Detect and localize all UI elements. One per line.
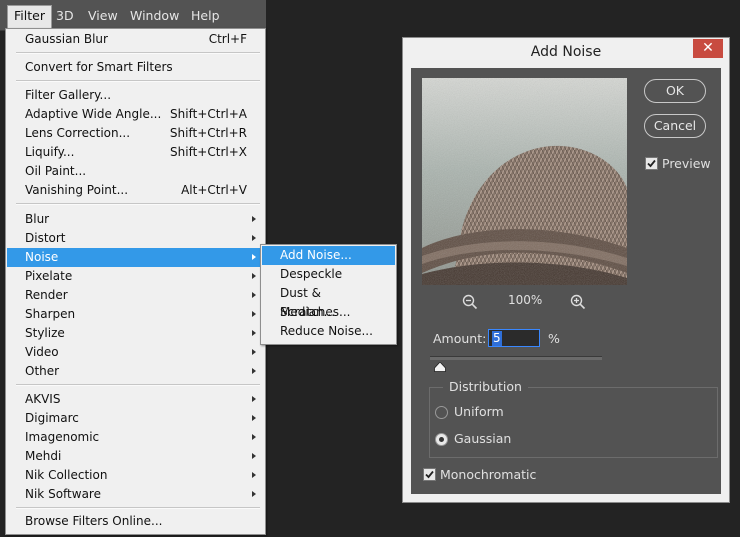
menu-item-gaussian-blur[interactable]: Gaussian Blur Ctrl+F (7, 30, 264, 49)
submenu-arrow-icon (252, 273, 256, 279)
amount-unit: % (548, 331, 560, 346)
checkmark-icon (425, 470, 434, 479)
gaussian-label: Gaussian (454, 431, 512, 446)
menu-item-pixelate[interactable]: Pixelate (7, 267, 264, 286)
menu-item-digimarc[interactable]: Digimarc (7, 409, 264, 428)
submenu-item-add-noise[interactable]: Add Noise... (262, 246, 395, 265)
amount-slider-track[interactable] (430, 356, 602, 360)
preview-label: Preview (662, 156, 711, 171)
menu-filter[interactable]: Filter (7, 5, 52, 28)
menu-item-liquify[interactable]: Liquify... Shift+Ctrl+X (7, 143, 264, 162)
submenu-arrow-icon (252, 254, 256, 260)
filter-menu: Gaussian Blur Ctrl+F Convert for Smart F… (5, 28, 266, 535)
submenu-arrow-icon (252, 292, 256, 298)
amount-label: Amount: (433, 331, 487, 346)
submenu-item-reduce-noise[interactable]: Reduce Noise... (262, 322, 395, 341)
submenu-arrow-icon (252, 396, 256, 402)
menu-item-filter-gallery[interactable]: Filter Gallery... (7, 86, 264, 105)
submenu-arrow-icon (252, 472, 256, 478)
distribution-title: Distribution (443, 379, 528, 394)
amount-slider-thumb[interactable] (434, 361, 446, 375)
submenu-arrow-icon (252, 453, 256, 459)
zoom-in-icon[interactable] (570, 294, 586, 310)
noise-submenu: Add Noise... Despeckle Dust & Scratches.… (260, 244, 397, 345)
submenu-arrow-icon (252, 434, 256, 440)
submenu-item-median[interactable]: Median... (262, 303, 395, 322)
menu-item-akvis[interactable]: AKVIS (7, 390, 264, 409)
submenu-item-despeckle[interactable]: Despeckle (262, 265, 395, 284)
ok-button[interactable]: OK (644, 79, 706, 103)
menu-item-noise[interactable]: Noise (7, 248, 264, 267)
menu-item-imagenomic[interactable]: Imagenomic (7, 428, 264, 447)
menu-item-render[interactable]: Render (7, 286, 264, 305)
monochromatic-label: Monochromatic (440, 467, 537, 482)
add-noise-dialog: Add Noise ✕ 100% OK Cancel Preview Amoun… (402, 37, 730, 503)
menu-separator (16, 80, 260, 82)
menu-item-convert-smart-filters[interactable]: Convert for Smart Filters (7, 58, 264, 77)
submenu-arrow-icon (252, 349, 256, 355)
menu-separator (16, 52, 260, 54)
submenu-arrow-icon (252, 216, 256, 222)
submenu-arrow-icon (252, 330, 256, 336)
menu-item-video[interactable]: Video (7, 343, 264, 362)
menu-item-nik-collection[interactable]: Nik Collection (7, 466, 264, 485)
menu-item-other[interactable]: Other (7, 362, 264, 381)
uniform-radio[interactable] (435, 406, 448, 419)
menu-view[interactable]: View (82, 6, 124, 26)
submenu-item-dust-scratches[interactable]: Dust & Scratches... (262, 284, 395, 319)
menu-item-vanishing-point[interactable]: Vanishing Point... Alt+Ctrl+V (7, 181, 264, 200)
menu-item-blur[interactable]: Blur (7, 210, 264, 229)
dialog-body: 100% OK Cancel Preview Amount: 5 % Distr… (411, 68, 721, 494)
menu-item-lens-correction[interactable]: Lens Correction... Shift+Ctrl+R (7, 124, 264, 143)
checkmark-icon (647, 159, 656, 168)
menu-separator (16, 507, 260, 509)
submenu-arrow-icon (252, 368, 256, 374)
submenu-arrow-icon (252, 311, 256, 317)
amount-input[interactable]: 5 (488, 329, 540, 347)
monochromatic-checkbox[interactable] (423, 468, 436, 481)
menu-item-browse-filters-online[interactable]: Browse Filters Online... (7, 512, 264, 531)
menu-item-stylize[interactable]: Stylize (7, 324, 264, 343)
menu-item-distort[interactable]: Distort (7, 229, 264, 248)
submenu-arrow-icon (252, 491, 256, 497)
hat-photo (422, 78, 627, 285)
gaussian-radio[interactable] (435, 433, 448, 446)
menu-item-mehdi[interactable]: Mehdi (7, 447, 264, 466)
menu-item-oil-paint[interactable]: Oil Paint... (7, 162, 264, 181)
menu-separator (16, 384, 260, 386)
distribution-group: Distribution Uniform Gaussian (429, 379, 718, 458)
submenu-arrow-icon (252, 235, 256, 241)
cancel-button[interactable]: Cancel (644, 114, 706, 138)
submenu-arrow-icon (252, 415, 256, 421)
zoom-out-icon[interactable] (462, 294, 478, 310)
menu-item-adaptive-wide-angle[interactable]: Adaptive Wide Angle... Shift+Ctrl+A (7, 105, 264, 124)
menu-separator (16, 203, 260, 205)
dialog-title: Add Noise (530, 44, 602, 60)
amount-value: 5 (492, 331, 502, 346)
menu-item-sharpen[interactable]: Sharpen (7, 305, 264, 324)
preview-image[interactable] (422, 78, 627, 285)
menu-help[interactable]: Help (185, 6, 226, 26)
uniform-label: Uniform (454, 404, 504, 419)
menu-window[interactable]: Window (124, 6, 185, 26)
menu-bar: Filter 3D View Window Help (0, 0, 266, 31)
menu-3d[interactable]: 3D (50, 6, 80, 26)
preview-checkbox[interactable] (645, 157, 658, 170)
close-icon[interactable]: ✕ (693, 39, 723, 58)
menu-item-nik-software[interactable]: Nik Software (7, 485, 264, 504)
zoom-level: 100% (508, 293, 543, 307)
